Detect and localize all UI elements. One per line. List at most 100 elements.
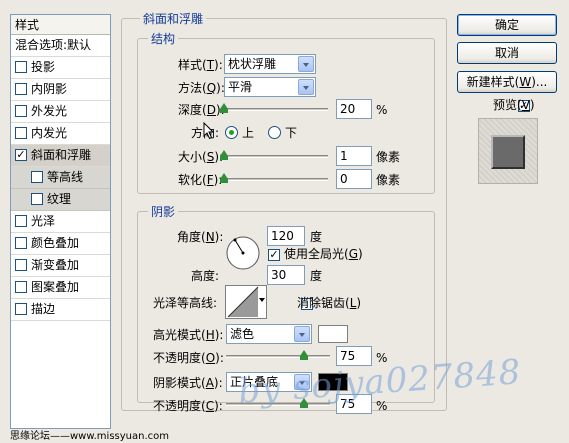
gloss-contour-picker[interactable] bbox=[225, 285, 267, 319]
style-item-label: 纹理 bbox=[47, 192, 72, 206]
style-item-label: 等高线 bbox=[47, 170, 84, 184]
style-item[interactable]: 描边 bbox=[11, 299, 110, 321]
style-item-checkbox[interactable] bbox=[15, 258, 27, 271]
style-item-checkbox[interactable] bbox=[15, 280, 27, 293]
styles-list-header: 样式 bbox=[11, 15, 110, 35]
highlight-color-swatch[interactable] bbox=[318, 325, 348, 343]
style-item[interactable]: 纹理 bbox=[11, 189, 110, 211]
soften-label: 软化(F): bbox=[178, 173, 223, 187]
chevron-down-icon[interactable] bbox=[298, 79, 314, 95]
style-item-label: 渐变叠加 bbox=[31, 258, 80, 272]
style-item-label: 内阴影 bbox=[31, 82, 68, 96]
highlight-opacity-thumb[interactable] bbox=[300, 350, 308, 360]
style-item-label: 描边 bbox=[31, 302, 56, 316]
angle-unit: 度 bbox=[310, 230, 323, 244]
depth-slider-thumb[interactable] bbox=[220, 103, 228, 113]
style-item[interactable]: 内阴影 bbox=[11, 79, 110, 101]
style-item-checkbox[interactable] bbox=[15, 236, 27, 249]
soften-slider[interactable] bbox=[224, 178, 328, 181]
blend-options-item[interactable]: 混合选项:默认 bbox=[11, 35, 110, 57]
technique-select-value: 平滑 bbox=[228, 80, 253, 94]
cancel-button[interactable]: 取消 bbox=[457, 42, 557, 64]
soften-slider-thumb[interactable] bbox=[220, 173, 228, 183]
structure-title: 结构 bbox=[148, 32, 179, 46]
angle-dial[interactable] bbox=[225, 235, 261, 274]
style-item-checkbox[interactable] bbox=[15, 60, 27, 73]
style-item[interactable]: 颜色叠加 bbox=[11, 233, 110, 255]
style-select[interactable]: 枕状浮雕 bbox=[224, 54, 316, 74]
highlight-mode-value: 滤色 bbox=[230, 327, 255, 341]
soften-input[interactable]: 0 bbox=[336, 169, 372, 189]
chevron-down-icon[interactable] bbox=[294, 326, 310, 342]
style-item-checkbox[interactable] bbox=[15, 214, 27, 227]
style-item[interactable]: 外发光 bbox=[11, 101, 110, 123]
angle-input[interactable]: 120 bbox=[267, 226, 305, 246]
contour-preview-icon bbox=[227, 286, 259, 318]
preview-label: 预览(V) bbox=[493, 98, 535, 112]
footer-credit: 思缘论坛——www.missyuan.com bbox=[10, 431, 169, 442]
direction-down-label: 下 bbox=[285, 126, 298, 140]
shadow-opacity-label: 不透明度(C): bbox=[153, 399, 223, 413]
highlight-opacity-label: 不透明度(O): bbox=[153, 351, 224, 365]
direction-up-label: 上 bbox=[242, 126, 255, 140]
new-style-button[interactable]: 新建样式(W)... bbox=[457, 71, 557, 93]
soften-unit: 像素 bbox=[376, 173, 401, 187]
highlight-opacity-slider[interactable] bbox=[226, 355, 330, 358]
style-item-label: 斜面和浮雕 bbox=[31, 148, 92, 162]
style-item-checkbox[interactable] bbox=[15, 148, 27, 161]
size-unit: 像素 bbox=[376, 150, 401, 164]
shadow-mode-label: 阴影模式(A): bbox=[153, 376, 223, 390]
depth-input[interactable]: 20 bbox=[336, 99, 372, 119]
bevel-emboss-title: 斜面和浮雕 bbox=[140, 12, 207, 26]
mouse-cursor-icon bbox=[203, 121, 215, 143]
direction-down-radio[interactable] bbox=[268, 126, 281, 139]
style-item[interactable]: 光泽 bbox=[11, 211, 110, 233]
highlight-mode-select[interactable]: 滤色 bbox=[226, 324, 312, 344]
gloss-contour-label: 光泽等高线: bbox=[153, 296, 218, 310]
style-item-label: 光泽 bbox=[31, 214, 56, 228]
style-item[interactable]: 渐变叠加 bbox=[11, 255, 110, 277]
style-item[interactable]: 等高线 bbox=[11, 167, 110, 189]
style-item-label: 内发光 bbox=[31, 126, 68, 140]
style-item-label: 颜色叠加 bbox=[31, 236, 80, 250]
style-item-checkbox[interactable] bbox=[31, 170, 43, 183]
altitude-unit: 度 bbox=[310, 269, 323, 283]
shading-title: 阴影 bbox=[148, 205, 179, 219]
style-item[interactable]: 投影 bbox=[11, 57, 110, 79]
style-item-checkbox[interactable] bbox=[31, 192, 43, 205]
style-item[interactable]: 图案叠加 bbox=[11, 277, 110, 299]
highlight-mode-label: 高光模式(H): bbox=[153, 328, 224, 342]
style-item-checkbox[interactable] bbox=[15, 126, 27, 139]
chevron-down-icon[interactable] bbox=[259, 298, 265, 302]
style-item-label: 投影 bbox=[31, 60, 56, 74]
technique-select[interactable]: 平滑 bbox=[224, 77, 316, 97]
size-slider[interactable] bbox=[224, 155, 328, 158]
size-label: 大小(S): bbox=[178, 150, 224, 164]
style-preview bbox=[478, 118, 538, 184]
style-item[interactable]: 斜面和浮雕 bbox=[11, 145, 110, 167]
style-item[interactable]: 内发光 bbox=[11, 123, 110, 145]
style-item-checkbox[interactable] bbox=[15, 104, 27, 117]
chevron-down-icon[interactable] bbox=[298, 56, 314, 72]
size-slider-thumb[interactable] bbox=[220, 150, 228, 160]
altitude-label: 高度: bbox=[191, 269, 220, 283]
size-input[interactable]: 1 bbox=[336, 146, 372, 166]
global-light-label: 使用全局光(G) bbox=[284, 247, 363, 261]
style-label: 样式(T): bbox=[178, 58, 223, 72]
style-select-value: 枕状浮雕 bbox=[228, 57, 277, 71]
style-item-checkbox[interactable] bbox=[15, 302, 27, 315]
anti-alias-label: 消除锯齿(L) bbox=[297, 296, 362, 310]
preview-thumbnail bbox=[491, 135, 525, 169]
depth-label: 深度(D): bbox=[178, 103, 225, 117]
style-item-checkbox[interactable] bbox=[15, 82, 27, 95]
style-item-label: 图案叠加 bbox=[31, 280, 80, 294]
styles-list: 样式 混合选项:默认 投影内阴影外发光内发光斜面和浮雕等高线纹理光泽颜色叠加渐变… bbox=[10, 14, 111, 429]
depth-slider[interactable] bbox=[224, 108, 328, 111]
depth-unit: % bbox=[376, 103, 388, 117]
ok-button[interactable]: 确定 bbox=[457, 14, 557, 36]
altitude-input[interactable]: 30 bbox=[267, 265, 305, 285]
global-light-checkbox[interactable] bbox=[268, 248, 280, 261]
direction-up-radio[interactable] bbox=[225, 126, 238, 139]
angle-label: 角度(N): bbox=[177, 230, 224, 244]
style-item-label: 外发光 bbox=[31, 104, 68, 118]
